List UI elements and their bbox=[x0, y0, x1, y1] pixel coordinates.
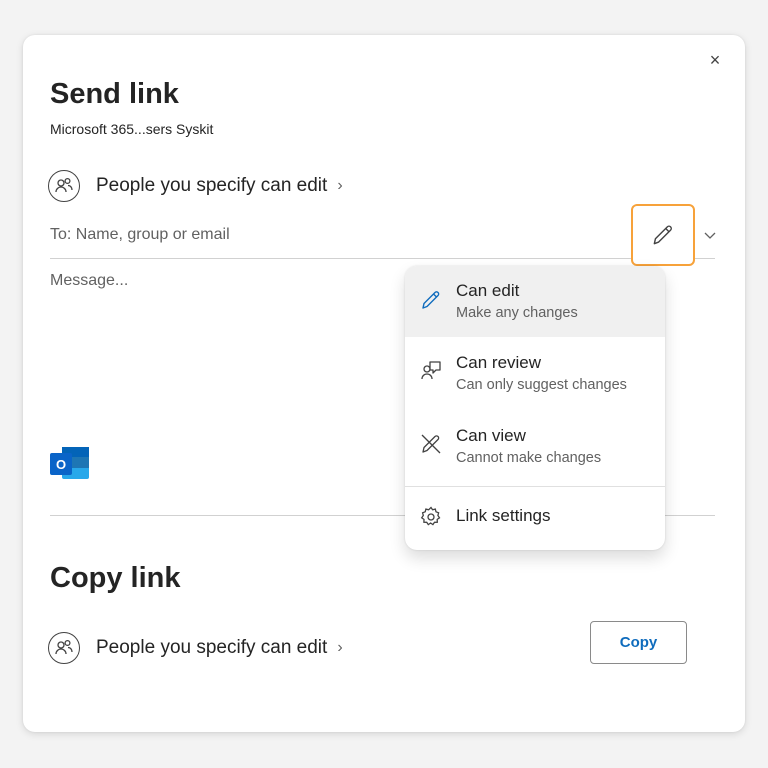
svg-text:O: O bbox=[56, 457, 66, 472]
review-icon bbox=[421, 361, 441, 380]
link-settings-label: Link settings bbox=[456, 506, 551, 525]
gear-icon bbox=[420, 506, 441, 526]
menu-item-title: Can edit bbox=[456, 281, 520, 300]
people-icon bbox=[48, 170, 80, 202]
send-permission-label: People you specify can edit bbox=[96, 175, 328, 196]
close-button[interactable]: × bbox=[700, 48, 730, 72]
close-icon: × bbox=[709, 50, 721, 70]
no-edit-icon bbox=[421, 434, 441, 454]
send-link-subtitle: Microsoft 365...sers Syskit bbox=[50, 121, 214, 137]
people-icon bbox=[48, 632, 80, 664]
permission-edit-button[interactable] bbox=[631, 204, 695, 266]
copy-permission-selector[interactable]: People you specify can edit › bbox=[48, 631, 343, 665]
menu-item-can-view[interactable]: Can view Cannot make changes bbox=[405, 412, 665, 483]
copy-button[interactable]: Copy bbox=[590, 621, 687, 664]
pencil-icon bbox=[653, 225, 672, 245]
menu-item-link-settings[interactable]: Link settings bbox=[405, 487, 665, 550]
menu-item-can-edit[interactable]: Can edit Make any changes bbox=[405, 266, 665, 337]
message-input[interactable] bbox=[50, 272, 390, 412]
copy-link-title: Copy link bbox=[50, 562, 181, 594]
menu-item-title: Can review bbox=[456, 353, 542, 372]
divider bbox=[50, 258, 715, 259]
send-link-title: Send link bbox=[50, 78, 179, 110]
menu-item-description: Can only suggest changes bbox=[456, 377, 627, 393]
menu-item-description: Cannot make changes bbox=[456, 450, 602, 466]
menu-item-title: Can view bbox=[456, 426, 526, 445]
menu-item-description: Make any changes bbox=[456, 305, 578, 321]
chevron-down-icon[interactable] bbox=[700, 225, 720, 245]
chevron-right-icon: › bbox=[337, 639, 343, 656]
outlook-icon[interactable]: O bbox=[50, 445, 90, 481]
permission-menu: Can edit Make any changes Can review Can… bbox=[405, 266, 665, 550]
pencil-icon bbox=[422, 291, 440, 309]
recipients-input[interactable] bbox=[50, 222, 610, 248]
send-permission-selector[interactable]: People you specify can edit › bbox=[48, 169, 343, 203]
copy-permission-label: People you specify can edit bbox=[96, 637, 328, 658]
chevron-right-icon: › bbox=[337, 177, 343, 194]
menu-item-can-review[interactable]: Can review Can only suggest changes bbox=[405, 339, 665, 410]
